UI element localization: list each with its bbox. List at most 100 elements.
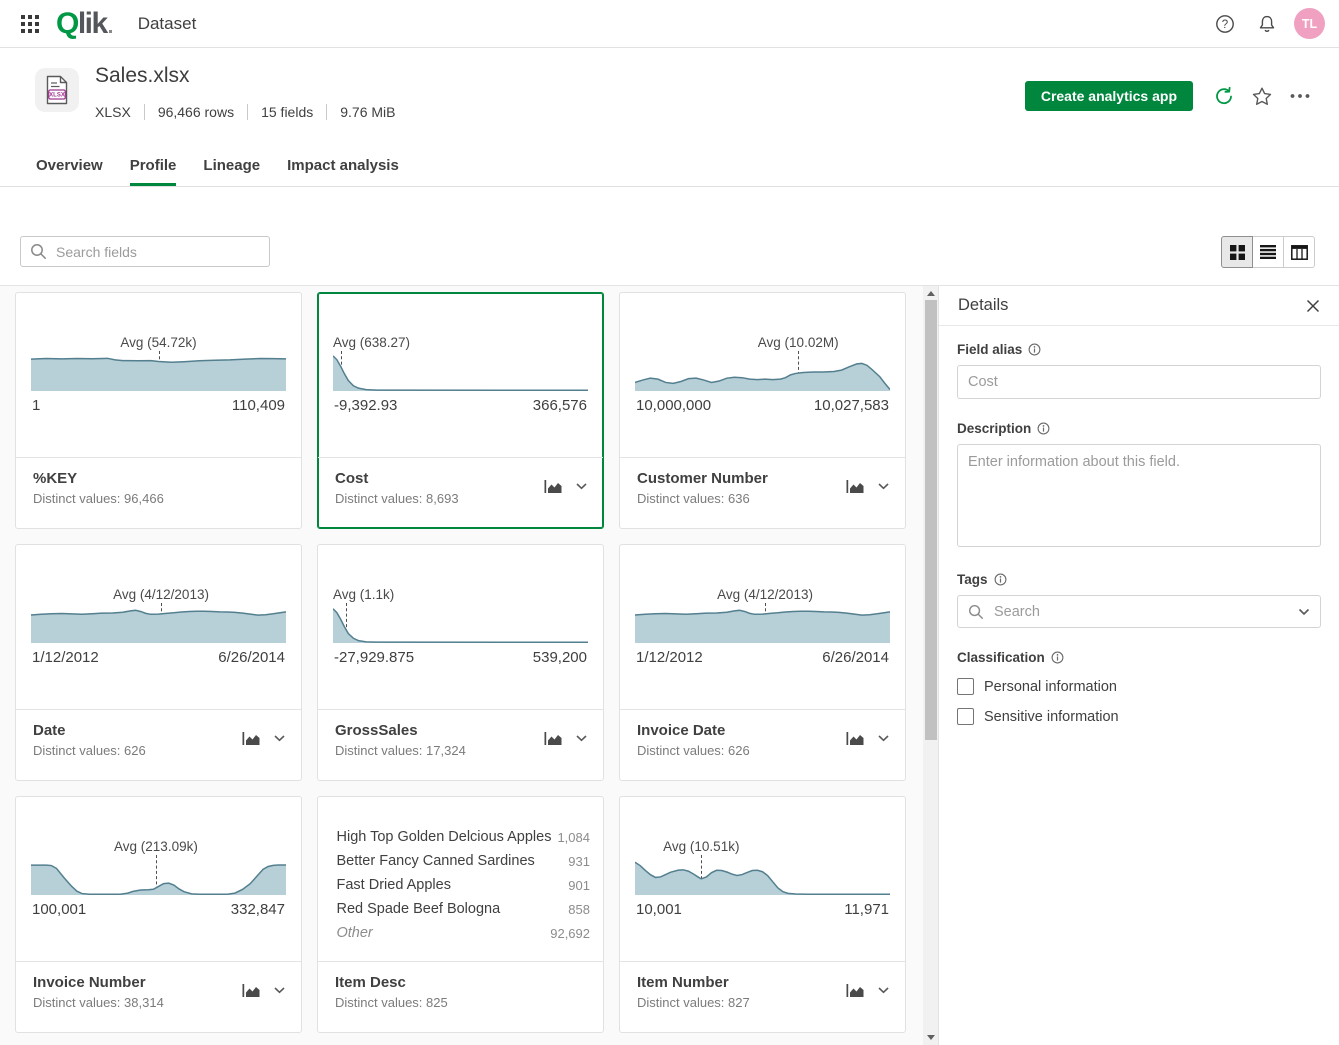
chevron-down-icon[interactable] <box>878 483 889 490</box>
close-icon[interactable] <box>1306 299 1320 313</box>
scrollbar-thumb[interactable] <box>925 300 937 740</box>
minmax-row: 1110,409 <box>32 397 285 414</box>
field-name: Item Number <box>637 974 750 991</box>
field-card-footer: GrossSalesDistinct values: 17,324 <box>318 709 603 780</box>
chevron-down-icon[interactable] <box>576 483 587 490</box>
field-card-date[interactable]: Avg (4/12/2013)1/12/20126/26/2014DateDis… <box>15 544 302 781</box>
qlik-dataset-page: Qlik Dataset ? TL <box>0 0 1339 1045</box>
chart-type-icon[interactable] <box>845 479 865 494</box>
tab-lineage[interactable]: Lineage <box>203 148 260 186</box>
tab-impact-analysis[interactable]: Impact analysis <box>287 148 399 186</box>
tabs: Overview Profile Lineage Impact analysis <box>0 148 1339 187</box>
xlsx-file-icon: XLSX <box>35 68 79 112</box>
avg-label: Avg (4/12/2013) <box>717 587 813 602</box>
avg-label: Avg (213.09k) <box>114 839 198 854</box>
tab-profile[interactable]: Profile <box>130 148 177 186</box>
info-icon[interactable] <box>994 573 1007 586</box>
help-icon[interactable]: ? <box>1210 9 1240 39</box>
info-icon[interactable] <box>1051 651 1064 664</box>
field-card-info: Customer NumberDistinct values: 636 <box>637 470 768 506</box>
checkbox-label: Personal information <box>984 679 1117 695</box>
chevron-down-icon[interactable] <box>878 735 889 742</box>
min-value: -9,392.93 <box>334 397 397 414</box>
field-card-actions <box>845 731 889 746</box>
file-meta-item: XLSX <box>95 104 131 120</box>
top-value-label: Other <box>337 925 373 941</box>
description-textarea[interactable] <box>957 444 1321 547</box>
chart-type-icon[interactable] <box>845 731 865 746</box>
min-value: 10,001 <box>636 901 682 918</box>
top-value-count: 858 <box>568 902 590 917</box>
max-value: 10,027,583 <box>814 397 889 414</box>
top-value-label: Fast Dried Apples <box>337 877 451 893</box>
distribution-area-chart <box>635 605 890 643</box>
field-card-footer: CostDistinct values: 8,693 <box>318 457 603 528</box>
chart-type-icon[interactable] <box>241 731 261 746</box>
distinct-values: Distinct values: 38,314 <box>33 995 164 1010</box>
user-avatar[interactable]: TL <box>1294 8 1325 39</box>
distinct-values: Distinct values: 8,693 <box>335 491 459 506</box>
distinct-values: Distinct values: 825 <box>335 995 448 1010</box>
field-card-grosssales[interactable]: Avg (1.1k) -27,929.875539,200 GrossSalesDi… <box>317 544 604 781</box>
info-icon[interactable] <box>1037 422 1050 435</box>
grid-view-button[interactable] <box>1221 236 1253 268</box>
search-fields-input[interactable] <box>54 243 260 261</box>
field-card-customer-number[interactable]: Avg (10.02M)10,000,00010,027,583Customer… <box>619 292 906 529</box>
chevron-down-icon[interactable] <box>274 987 285 994</box>
table-view-button[interactable] <box>1283 236 1315 268</box>
vertical-scrollbar[interactable] <box>923 286 938 1045</box>
create-analytics-app-button[interactable]: Create analytics app <box>1025 81 1193 111</box>
tags-search-input[interactable] <box>992 603 1290 621</box>
chart-type-icon[interactable] <box>845 983 865 998</box>
chart-type-icon[interactable] <box>543 731 563 746</box>
classification-label: Classification <box>957 650 1321 665</box>
chart-type-icon[interactable] <box>543 479 563 494</box>
field-card-footer: %KEYDistinct values: 96,466 <box>16 457 301 528</box>
checkbox-personal-information[interactable] <box>957 678 974 695</box>
max-value: 11,971 <box>844 901 889 918</box>
field-card-info: Invoice DateDistinct values: 626 <box>637 722 750 758</box>
field-card-key[interactable]: Avg (54.72k)1110,409%KEYDistinct values:… <box>15 292 302 529</box>
more-options-icon[interactable] <box>1285 81 1315 111</box>
distribution-area-chart <box>31 353 286 391</box>
minmax-row: -27,929.875539,200 <box>334 649 587 666</box>
tab-overview[interactable]: Overview <box>36 148 103 186</box>
field-name: Customer Number <box>637 470 768 487</box>
field-card-actions <box>241 731 285 746</box>
field-card-invoice-number[interactable]: Avg (213.09k)100,001332,847Invoice Numbe… <box>15 796 302 1033</box>
distribution-area-chart <box>31 605 286 643</box>
chevron-down-icon[interactable] <box>576 735 587 742</box>
details-title: Details <box>958 296 1008 315</box>
info-icon[interactable] <box>1028 343 1041 356</box>
field-card-info: Invoice NumberDistinct values: 38,314 <box>33 974 164 1010</box>
tags-select[interactable] <box>957 595 1321 628</box>
field-card-cost[interactable]: Avg (638.27)-9,392.93366,576CostDistinct… <box>317 292 604 529</box>
chart-type-icon[interactable] <box>241 983 261 998</box>
file-meta: XLSX96,466 rows15 fields9.76 MiB <box>95 104 396 120</box>
search-fields-box[interactable] <box>20 236 270 267</box>
scroll-down-arrow[interactable] <box>923 1030 938 1045</box>
min-value: 1/12/2012 <box>636 649 703 666</box>
list-view-button[interactable] <box>1252 236 1284 268</box>
field-alias-input[interactable] <box>957 365 1321 399</box>
avg-label: Avg (1.1k) <box>333 587 394 602</box>
notifications-bell-icon[interactable] <box>1252 9 1282 39</box>
scroll-up-arrow[interactable] <box>923 286 938 301</box>
avg-label: Avg (638.27) <box>333 335 410 350</box>
checkbox-sensitive-information[interactable] <box>957 708 974 725</box>
chevron-down-icon[interactable] <box>274 735 285 742</box>
top-value-row: Red Spade Beef Bologna858 <box>337 897 591 921</box>
field-card-item-number[interactable]: Avg (10.51k)10,00111,971Item NumberDisti… <box>619 796 906 1033</box>
field-card-actions <box>845 479 889 494</box>
favorite-star-icon[interactable] <box>1247 81 1277 111</box>
details-panel: Details Field alias Description <box>938 286 1339 1045</box>
qlik-logo[interactable]: Qlik <box>56 9 112 39</box>
app-launcher-icon[interactable] <box>14 8 46 40</box>
field-name: Date <box>33 722 146 739</box>
chevron-down-icon[interactable] <box>878 987 889 994</box>
reload-icon[interactable] <box>1209 81 1239 111</box>
svg-text:XLSX: XLSX <box>49 93 65 99</box>
chevron-down-icon[interactable] <box>1298 608 1310 616</box>
field-card-item-desc[interactable]: High Top Golden Delcious Apples1,084Bett… <box>317 796 604 1033</box>
field-card-invoice-date[interactable]: Avg (4/12/2013)1/12/20126/26/2014Invoice… <box>619 544 906 781</box>
